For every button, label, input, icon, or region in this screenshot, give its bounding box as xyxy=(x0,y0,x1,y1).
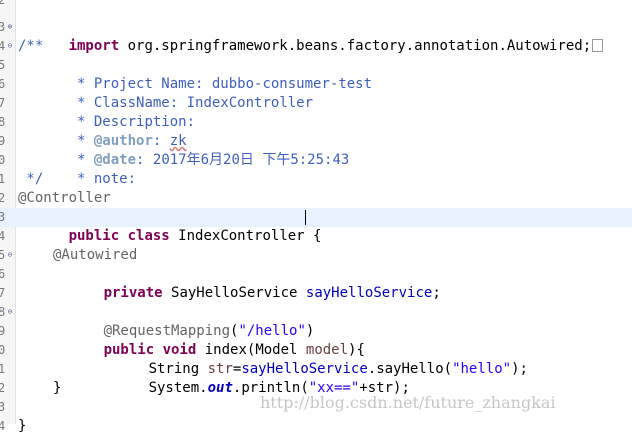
line-number: 4 xyxy=(0,229,6,243)
watermark: http://blog.csdn.net/future_zhangkai xyxy=(260,393,556,412)
current-code-line[interactable]: 3 public class IndexController { xyxy=(0,208,632,244)
code-line[interactable]: 6 private SayHelloService sayHelloServic… xyxy=(0,265,632,301)
line-number: 7 xyxy=(0,96,6,110)
code-line[interactable]: 7 * Description: xyxy=(0,94,632,130)
annotation: @Controller xyxy=(18,190,111,206)
line-number: 3 xyxy=(0,400,6,414)
line-number: 2 xyxy=(0,0,6,7)
code-text: } xyxy=(18,418,27,434)
code-text: } xyxy=(53,380,62,396)
code-line[interactable]: 7 xyxy=(0,284,632,303)
line-number: 4 xyxy=(0,419,6,433)
code-line[interactable]: 5 * Project Name: dubbo-consumer-test xyxy=(0,56,632,92)
code-line[interactable]: 0 String str=sayHelloService.sayHello("h… xyxy=(0,341,632,377)
line-number: 9 xyxy=(0,134,6,148)
line-number: 1 xyxy=(0,362,6,376)
line-number: 7 xyxy=(0,286,6,300)
line-number: 6 xyxy=(0,77,6,91)
text-cursor xyxy=(305,210,306,225)
line-number: 6 xyxy=(0,267,6,281)
annotation: @Autowired xyxy=(53,247,138,263)
code-line[interactable]: 9 * @date: 2017年6月20日 下午5:25:43 xyxy=(0,132,632,168)
line-number: 2 xyxy=(0,191,6,205)
code-line[interactable]: 4 ⊖ /** xyxy=(0,37,632,56)
line-number: 1 xyxy=(0,172,6,186)
javadoc-text: */ xyxy=(18,171,44,187)
code-line[interactable]: 4 xyxy=(0,227,632,246)
line-number: 2 xyxy=(0,381,6,395)
code-line[interactable]: 6 * ClassName: IndexController xyxy=(0,75,632,111)
javadoc-text: /** xyxy=(18,38,44,54)
code-line[interactable]: 3 ⊕ import org.springframework.beans.fac… xyxy=(0,18,632,54)
code-line[interactable]: 1 System.out.println("xx=="+str); xyxy=(0,360,632,396)
collapse-fold-icon[interactable]: ⊖ xyxy=(6,251,14,259)
code-line[interactable]: 4 } xyxy=(0,417,632,436)
code-line[interactable]: 0 * note: xyxy=(0,151,632,187)
expand-fold-icon[interactable]: ⊕ xyxy=(6,23,14,31)
code-line[interactable]: 5 ⊖ @Autowired xyxy=(0,246,632,265)
code-line[interactable]: 1 */ xyxy=(0,170,632,189)
code-line[interactable]: 2 xyxy=(0,0,632,10)
code-line[interactable]: 9 public void index(Model model){ xyxy=(0,322,632,358)
collapse-fold-icon[interactable]: ⊖ xyxy=(6,42,14,50)
code-line[interactable]: 8 * @author: zk xyxy=(0,113,632,149)
line-number: 0 xyxy=(0,153,6,167)
collapse-fold-icon[interactable]: ⊖ xyxy=(6,308,14,316)
code-line[interactable]: 2 @Controller xyxy=(0,189,632,208)
line-number: 5 xyxy=(0,58,6,72)
code-editor[interactable]: 2 3 ⊕ import org.springframework.beans.f… xyxy=(0,0,632,434)
line-number: 3 xyxy=(0,210,6,224)
line-number: 9 xyxy=(0,324,6,338)
line-number: 8 xyxy=(0,115,6,129)
code-line[interactable]: 8 ⊖ @RequestMapping("/hello") xyxy=(0,303,632,339)
line-number: 0 xyxy=(0,343,6,357)
